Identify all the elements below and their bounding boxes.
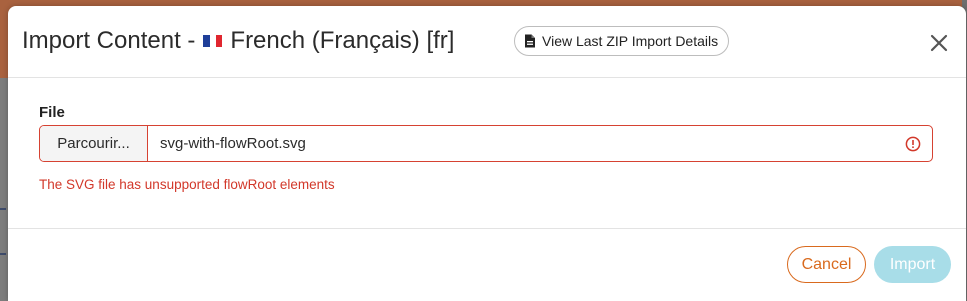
cancel-button[interactable]: Cancel bbox=[787, 246, 866, 283]
zip-button-label: View Last ZIP Import Details bbox=[542, 33, 719, 49]
background-sidebar bbox=[0, 78, 8, 301]
close-icon bbox=[930, 34, 948, 52]
title-language: French (Français) [fr] bbox=[230, 27, 455, 54]
error-icon bbox=[905, 136, 921, 151]
import-content-modal: Import Content - French (Français) [fr] … bbox=[8, 6, 966, 301]
import-button[interactable]: Import bbox=[874, 246, 951, 283]
file-error-message: The SVG file has unsupported flowRoot el… bbox=[39, 177, 335, 192]
modal-body: File Parcourir... svg-with-flowRoot.svg … bbox=[8, 78, 966, 229]
modal-header: Import Content - French (Français) [fr] … bbox=[8, 6, 966, 78]
modal-title: Import Content - French (Français) [fr] bbox=[22, 27, 454, 55]
file-field-label: File bbox=[39, 104, 65, 121]
document-icon bbox=[525, 34, 535, 48]
browse-button[interactable]: Parcourir... bbox=[40, 126, 148, 161]
french-flag-icon bbox=[203, 35, 223, 47]
selected-filename: svg-with-flowRoot.svg bbox=[160, 135, 306, 152]
file-input[interactable]: Parcourir... svg-with-flowRoot.svg bbox=[39, 125, 933, 162]
close-button[interactable] bbox=[926, 30, 952, 56]
view-last-zip-import-button[interactable]: View Last ZIP Import Details bbox=[514, 26, 730, 56]
modal-footer: Cancel Import bbox=[8, 229, 966, 301]
title-prefix: Import Content - bbox=[22, 27, 196, 54]
